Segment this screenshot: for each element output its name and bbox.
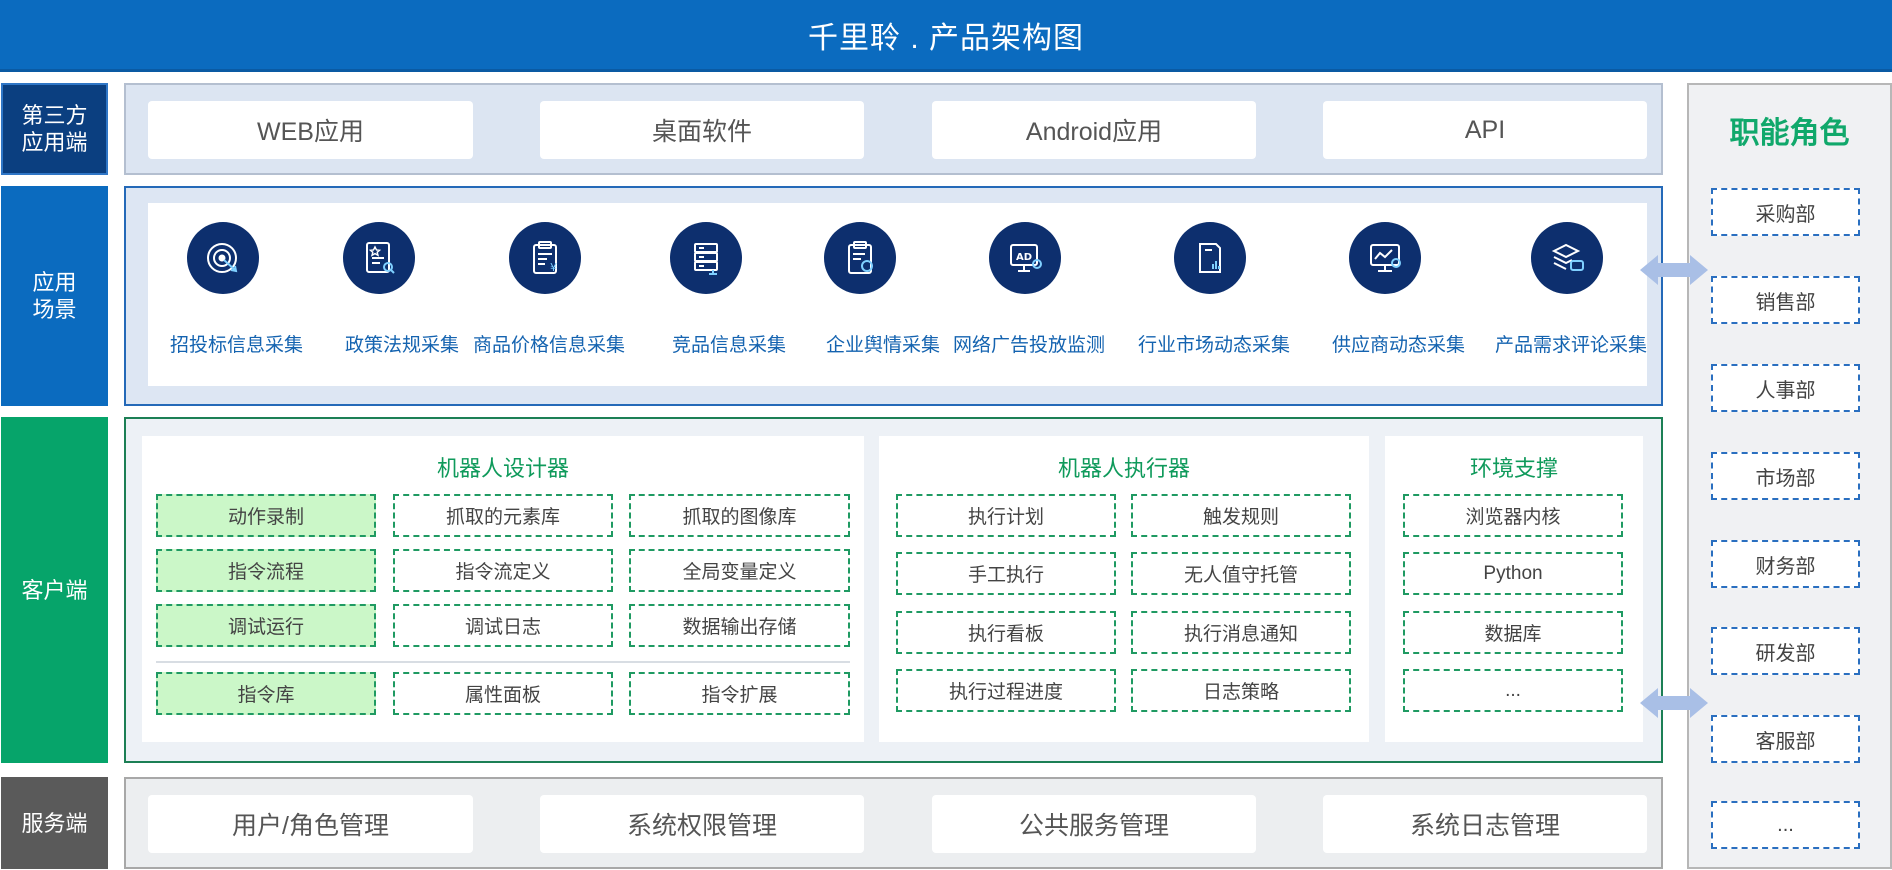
role-item: 研发部 bbox=[1711, 627, 1860, 675]
executor-cell: 执行看板 bbox=[896, 611, 1116, 654]
designer-divider bbox=[156, 661, 850, 663]
server-item: 用户/角色管理 bbox=[148, 795, 473, 853]
server-item: 公共服务管理 bbox=[932, 795, 1256, 853]
executor-cell: 日志策略 bbox=[1131, 669, 1351, 712]
executor-cell: 执行消息通知 bbox=[1131, 611, 1351, 654]
designer-cell: 指令流程 bbox=[156, 549, 376, 592]
role-item: 人事部 bbox=[1711, 364, 1860, 412]
designer-title: 机器人设计器 bbox=[436, 456, 569, 481]
role-item: ... bbox=[1711, 801, 1860, 849]
scenario-item: 供应商动态采集 bbox=[1305, 222, 1465, 357]
designer-cell: 指令库 bbox=[156, 672, 376, 715]
double-arrow-icon bbox=[1640, 688, 1708, 718]
executor-title: 机器人执行器 bbox=[1057, 456, 1190, 481]
executor-cell: 执行过程进度 bbox=[896, 669, 1116, 712]
scenario-item: 产品需求评论采集 bbox=[1487, 222, 1647, 357]
executor-cell: 无人值守托管 bbox=[1131, 552, 1351, 595]
designer-cell: 属性面板 bbox=[393, 672, 613, 715]
scenario-label: 行业市场动态采集 bbox=[1137, 335, 1290, 356]
layer-label-scenarios: 应用 场景 bbox=[1, 186, 108, 406]
designer-cell: 全局变量定义 bbox=[629, 549, 850, 592]
environment-cell: ... bbox=[1403, 669, 1623, 712]
chart-document-icon bbox=[1174, 222, 1246, 294]
executor-cell: 触发规则 bbox=[1131, 494, 1351, 537]
designer-cell: 调试运行 bbox=[156, 604, 376, 647]
server-icon bbox=[670, 222, 742, 294]
designer-cell: 抓取的图像库 bbox=[629, 494, 850, 537]
executor-cell: 手工执行 bbox=[896, 552, 1116, 595]
designer-cell: 数据输出存储 bbox=[629, 604, 850, 647]
document-search-icon bbox=[343, 222, 415, 294]
monitor-chart-icon bbox=[1349, 222, 1421, 294]
app-api: API bbox=[1323, 101, 1647, 159]
layers-chat-icon bbox=[1531, 222, 1603, 294]
server-item: 系统日志管理 bbox=[1323, 795, 1647, 853]
layer-label-client: 客户端 bbox=[1, 417, 108, 763]
scenario-label: 商品价格信息采集 bbox=[472, 335, 625, 356]
clipboard-price-icon: ¥ bbox=[509, 222, 581, 294]
role-item: 客服部 bbox=[1711, 715, 1860, 763]
layer-label-server: 服务端 bbox=[1, 777, 108, 869]
scenario-item: AD 网络广告投放监测 bbox=[945, 222, 1105, 357]
layer-label-third-party: 第三方 应用端 bbox=[1, 83, 108, 175]
role-item: 市场部 bbox=[1711, 452, 1860, 500]
scenario-item: 行业市场动态采集 bbox=[1130, 222, 1290, 357]
roles-title: 职能角色 bbox=[1729, 117, 1850, 150]
scenario-label: 产品需求评论采集 bbox=[1494, 335, 1647, 356]
scenario-label: 招投标信息采集 bbox=[169, 335, 303, 356]
role-item: 销售部 bbox=[1711, 276, 1860, 324]
target-icon bbox=[187, 222, 259, 294]
scenario-item: 竞品信息采集 bbox=[626, 222, 786, 357]
environment-title: 环境支撑 bbox=[1469, 456, 1558, 481]
designer-cell: 动作录制 bbox=[156, 494, 376, 537]
scenario-item: 企业舆情采集 bbox=[780, 222, 940, 357]
double-arrow-icon bbox=[1640, 255, 1708, 285]
page-title: 千里聆 . 产品架构图 bbox=[807, 21, 1084, 55]
executor-cell: 执行计划 bbox=[896, 494, 1116, 537]
scenario-label: 企业舆情采集 bbox=[825, 335, 940, 356]
environment-cell: 数据库 bbox=[1403, 611, 1623, 654]
environment-cell: Python bbox=[1403, 552, 1623, 595]
svg-text:AD: AD bbox=[1016, 252, 1032, 263]
environment-cell: 浏览器内核 bbox=[1403, 494, 1623, 537]
app-desktop: 桌面软件 bbox=[540, 101, 864, 159]
role-item: 采购部 bbox=[1711, 188, 1860, 236]
designer-cell: 指令扩展 bbox=[629, 672, 850, 715]
designer-cell: 抓取的元素库 bbox=[393, 494, 613, 537]
app-android: Android应用 bbox=[932, 101, 1256, 159]
app-web: WEB应用 bbox=[148, 101, 473, 159]
designer-cell: 指令流定义 bbox=[393, 549, 613, 592]
ad-monitor-icon: AD bbox=[989, 222, 1061, 294]
scenario-item: ¥ 商品价格信息采集 bbox=[465, 222, 625, 357]
scenario-label: 竞品信息采集 bbox=[671, 335, 786, 356]
scenario-item: 招投标信息采集 bbox=[143, 222, 303, 357]
clipboard-user-icon bbox=[824, 222, 896, 294]
scenario-item: 政策法规采集 bbox=[299, 222, 459, 357]
scenario-label: 网络广告投放监测 bbox=[952, 335, 1105, 356]
designer-cell: 调试日志 bbox=[393, 604, 613, 647]
scenario-label: 供应商动态采集 bbox=[1331, 335, 1465, 356]
svg-text:¥: ¥ bbox=[550, 261, 557, 274]
scenario-label: 政策法规采集 bbox=[344, 335, 459, 356]
server-item: 系统权限管理 bbox=[540, 795, 864, 853]
role-item: 财务部 bbox=[1711, 540, 1860, 588]
title-bar: 千里聆 . 产品架构图 bbox=[0, 0, 1892, 72]
